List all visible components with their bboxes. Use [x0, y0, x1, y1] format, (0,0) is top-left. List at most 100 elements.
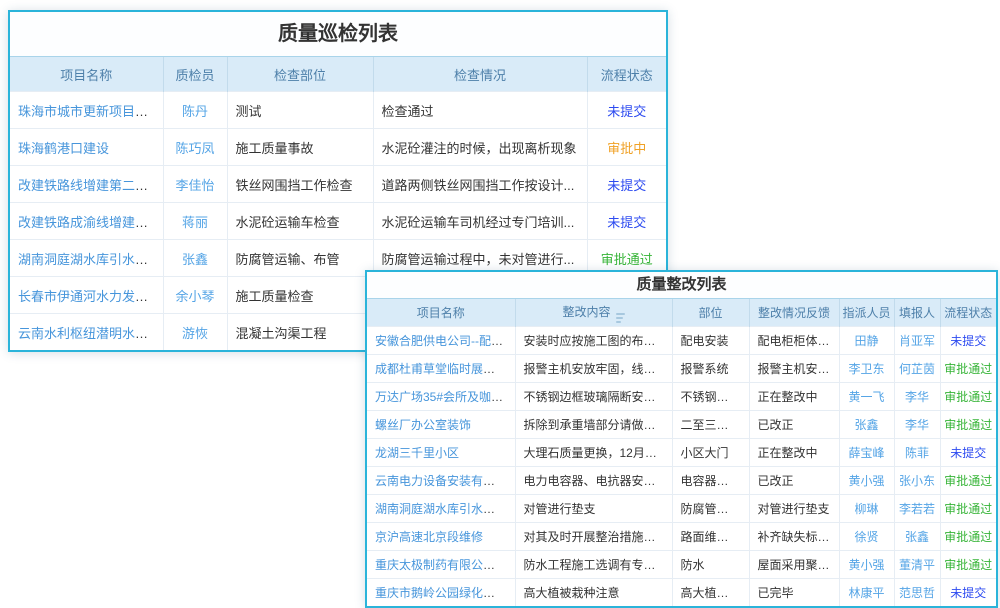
- assignee-name[interactable]: 柳琳: [854, 502, 878, 516]
- assignee-name[interactable]: 林康平: [848, 586, 884, 600]
- assignee-name[interactable]: 徐贤: [854, 530, 878, 544]
- table-row: 云南电力设备安装有限公司20... 电力电容器、电抗器安装方案... 电容器安装…: [367, 467, 996, 495]
- project-name-link[interactable]: 京沪高速北京段维修: [375, 530, 483, 544]
- rectification-list-title: 质量整改列表: [367, 272, 996, 298]
- assignee-name[interactable]: 薛宝峰: [848, 446, 884, 460]
- sort-icon[interactable]: [616, 313, 625, 323]
- part-cell: 防腐管运输...: [672, 495, 749, 523]
- project-name-link[interactable]: 万达广场35#会所及咖啡厅空...: [375, 390, 515, 404]
- feedback-cell: 已完毕: [749, 579, 839, 607]
- project-name-link[interactable]: 重庆太极制药有限公司亳州中...: [375, 558, 515, 572]
- table-row: 京沪高速北京段维修 对其及时开展整治措施，桥头... 路面维修检... 补齐缺失…: [367, 523, 996, 551]
- rectify-content-cell: 安装时应按施工图的布置，将...: [515, 327, 672, 355]
- status-badge: 未提交: [950, 446, 986, 460]
- project-name-link[interactable]: 改建铁路线增建第二线...: [18, 178, 159, 193]
- reporter-name[interactable]: 陈菲: [905, 446, 929, 460]
- feedback-cell: 已改正: [749, 467, 839, 495]
- part-cell: 小区大门: [672, 439, 749, 467]
- reporter-name[interactable]: 李若若: [899, 502, 935, 516]
- project-name-link[interactable]: 湖南洞庭湖水库引水工...: [18, 252, 159, 267]
- part-cell: 报警系统: [672, 355, 749, 383]
- table-row: 龙湖三千里小区 大理石质量更换，12月31日之... 小区大门 正在整改中 薛宝…: [367, 439, 996, 467]
- project-name-link[interactable]: 螺丝厂办公室装饰: [375, 418, 471, 432]
- project-name-link[interactable]: 云南水利枢纽潜明水库...: [18, 326, 159, 341]
- status-badge: 审批通过: [944, 390, 992, 404]
- table-row: 成都杜甫草堂临时展厅独立展... 报警主机安放牢固，线缆连接... 报警系统 报…: [367, 355, 996, 383]
- feedback-cell: 配电柜柜体与...: [749, 327, 839, 355]
- reporter-name[interactable]: 何芷茵: [899, 362, 935, 376]
- table-row: 珠海鹤港口建设 陈巧凤 施工质量事故 水泥砼灌注的时候，出现离析现象 审批中: [10, 129, 666, 166]
- feedback-cell: 对管进行垫支: [749, 495, 839, 523]
- project-name-link[interactable]: 云南电力设备安装有限公司20...: [375, 474, 515, 488]
- part-cell: 电容器安装...: [672, 467, 749, 495]
- col-header-part: 部位: [672, 299, 749, 327]
- inspection-part-cell: 防腐管运输、布管: [227, 240, 373, 277]
- status-badge: 审批通过: [944, 474, 992, 488]
- status-badge: 审批通过: [601, 252, 653, 267]
- rectify-content-cell: 高大植被栽种注意: [515, 579, 672, 607]
- inspection-result-cell: 道路两侧铁丝网围挡工作按设计...: [373, 166, 587, 203]
- assignee-name[interactable]: 田静: [854, 334, 878, 348]
- reporter-name[interactable]: 张小东: [899, 474, 935, 488]
- feedback-cell: 报警主机安放...: [749, 355, 839, 383]
- inspector-name[interactable]: 蒋丽: [182, 215, 208, 230]
- status-badge: 审批通过: [944, 558, 992, 572]
- project-name-link[interactable]: 珠海市城市更新项目紫...: [18, 104, 159, 119]
- project-name-link[interactable]: 龙湖三千里小区: [375, 446, 459, 460]
- feedback-cell: 已改正: [749, 411, 839, 439]
- assignee-name[interactable]: 黄小强: [848, 474, 884, 488]
- table-row: 改建铁路线增建第二线... 李佳怡 铁丝网围挡工作检查 道路两侧铁丝网围挡工作按…: [10, 166, 666, 203]
- feedback-cell: 正在整改中: [749, 439, 839, 467]
- inspector-name[interactable]: 陈巧凤: [175, 141, 214, 156]
- inspection-result-cell: 水泥砼灌注的时候，出现离析现象: [373, 129, 587, 166]
- inspector-name[interactable]: 李佳怡: [175, 178, 214, 193]
- project-name-link[interactable]: 改建铁路成渝线增建第...: [18, 215, 159, 230]
- col-header-project-name: 项目名称: [367, 299, 515, 327]
- table-row: 改建铁路成渝线增建第... 蒋丽 水泥砼运输车检查 水泥砼运输车司机经过专门培训…: [10, 203, 666, 240]
- table-row: 万达广场35#会所及咖啡厅空... 不锈钢边框玻璃隔断安装不牢... 不锈钢安装…: [367, 383, 996, 411]
- assignee-name[interactable]: 黄小强: [848, 558, 884, 572]
- inspector-name[interactable]: 张鑫: [182, 252, 208, 267]
- project-name-link[interactable]: 成都杜甫草堂临时展厅独立展...: [375, 362, 515, 376]
- project-name-link[interactable]: 长春市伊通河水力发电...: [18, 289, 159, 304]
- reporter-name[interactable]: 张鑫: [905, 530, 929, 544]
- inspector-name[interactable]: 游恢: [182, 326, 208, 341]
- status-badge: 审批中: [607, 141, 646, 156]
- status-badge: 审批通过: [944, 502, 992, 516]
- assignee-name[interactable]: 李卫东: [848, 362, 884, 376]
- inspector-name[interactable]: 余小琴: [175, 289, 214, 304]
- col-header-rectify-content-label: 整改内容: [562, 305, 610, 319]
- reporter-name[interactable]: 李华: [905, 390, 929, 404]
- part-cell: 配电安装: [672, 327, 749, 355]
- rectify-content-cell: 拆除到承重墙部分请做好加固...: [515, 411, 672, 439]
- inspection-part-cell: 施工质量事故: [227, 129, 373, 166]
- inspection-part-cell: 水泥砼运输车检查: [227, 203, 373, 240]
- project-name-link[interactable]: 安徽合肥供电公司--配电设备...: [375, 334, 515, 348]
- assignee-name[interactable]: 黄一飞: [848, 390, 884, 404]
- feedback-cell: 正在整改中: [749, 383, 839, 411]
- status-badge: 未提交: [950, 334, 986, 348]
- rectify-content-cell: 不锈钢边框玻璃隔断安装不牢...: [515, 383, 672, 411]
- table-row: 湖南洞庭湖水库引水工程施工I标 对管进行垫支 防腐管运输... 对管进行垫支 柳…: [367, 495, 996, 523]
- project-name-link[interactable]: 珠海鹤港口建设: [18, 141, 109, 156]
- rectification-table: 项目名称 整改内容 部位 整改情况反馈 指派人员 填报人 流程状态 安徽合肥供电…: [367, 298, 996, 606]
- table-row: 珠海市城市更新项目紫... 陈丹 测试 检查通过 未提交: [10, 92, 666, 129]
- col-header-inspection-part: 检查部位: [227, 57, 373, 92]
- reporter-name[interactable]: 肖亚军: [899, 334, 935, 348]
- reporter-name[interactable]: 范思哲: [899, 586, 935, 600]
- col-header-rectify-content[interactable]: 整改内容: [515, 299, 672, 327]
- inspection-header-row: 项目名称 质检员 检查部位 检查情况 流程状态: [10, 57, 666, 92]
- reporter-name[interactable]: 董清平: [899, 558, 935, 572]
- assignee-name[interactable]: 张鑫: [854, 418, 878, 432]
- col-header-inspector: 质检员: [163, 57, 227, 92]
- project-name-link[interactable]: 湖南洞庭湖水库引水工程施工I标: [375, 502, 515, 516]
- inspector-name[interactable]: 陈丹: [182, 104, 208, 119]
- col-header-flow-status: 流程状态: [940, 299, 996, 327]
- feedback-cell: 屋面采用聚氨...: [749, 551, 839, 579]
- status-badge: 未提交: [607, 215, 646, 230]
- project-name-link[interactable]: 重庆市鹅岭公园绿化景观提升...: [375, 586, 515, 600]
- reporter-name[interactable]: 李华: [905, 418, 929, 432]
- col-header-project-name: 项目名称: [10, 57, 163, 92]
- feedback-cell: 补齐缺失标志...: [749, 523, 839, 551]
- part-cell: 不锈钢安装...: [672, 383, 749, 411]
